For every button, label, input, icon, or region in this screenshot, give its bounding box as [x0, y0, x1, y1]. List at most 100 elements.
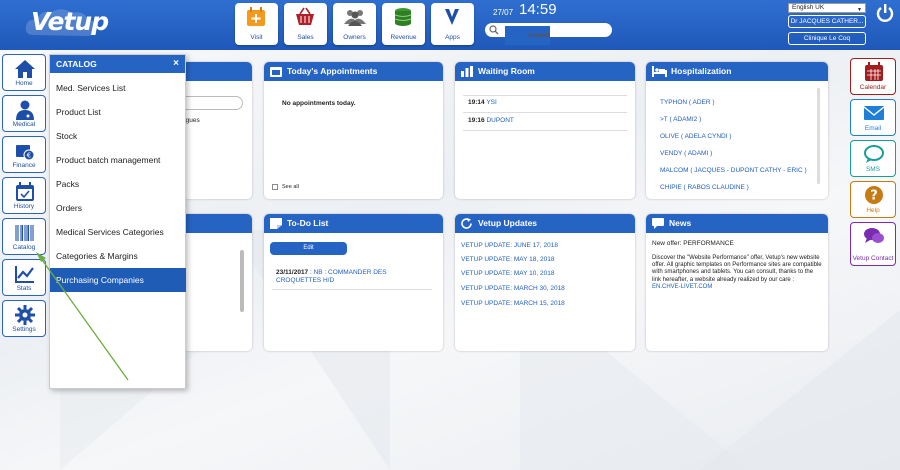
user-button[interactable]: Dr JACQUES CATHER... — [788, 15, 866, 28]
revenue-label: Revenue — [390, 34, 417, 41]
menu-item-product-list[interactable]: Product List — [50, 100, 186, 124]
sales-button[interactable]: Sales — [284, 3, 327, 45]
visit-label: Visit — [250, 34, 263, 41]
search-placeholder: Search — [505, 26, 550, 45]
vetup-contact-label: Vetup Contact — [852, 255, 894, 262]
hospitalization-title: Hospitalization — [671, 66, 732, 76]
apps-button[interactable]: Apps — [431, 3, 474, 45]
search-input[interactable]: Search — [485, 23, 612, 45]
sidebar-item-medical[interactable]: Medical — [2, 95, 46, 132]
menu-item-orders[interactable]: Orders — [50, 196, 186, 220]
news-link[interactable]: EN.CHVE-LIVET.COM — [652, 284, 712, 290]
menu-item-medical-services-categories[interactable]: Medical Services Categories — [50, 220, 186, 244]
language-select[interactable]: English UK ▼ — [788, 3, 866, 13]
sidebar-item-label: Settings — [12, 326, 36, 333]
clinic-button[interactable]: Clinique Le Coq — [788, 32, 866, 45]
menu-item-product-batch-management[interactable]: Product batch management — [50, 148, 186, 172]
sidebar-item-history[interactable]: History — [2, 177, 46, 214]
sms-button[interactable]: SMS — [850, 140, 896, 177]
chat-icon — [652, 218, 664, 229]
update-link[interactable]: VETUP UPDATE: MARCH 15, 2018 — [461, 300, 565, 307]
current-time: 14:59 — [519, 1, 557, 18]
email-icon — [863, 106, 885, 120]
scrollbar[interactable] — [240, 250, 244, 312]
list-item[interactable]: VENDY ( ADAMI ) — [660, 150, 712, 157]
waiting-room-title: Waiting Room — [478, 66, 535, 76]
logo[interactable]: Vetup — [31, 7, 109, 36]
sidebar-item-settings[interactable]: Settings — [2, 300, 46, 337]
hidden-search-field[interactable] — [182, 96, 243, 110]
list-item[interactable]: 19:14 YSI — [468, 99, 497, 106]
help-button[interactable]: ? Help — [850, 181, 896, 218]
list-item[interactable]: MALCOM ( JACQUES - DUPONT CATHY - ERIC ) — [660, 167, 807, 174]
revenue-button[interactable]: Revenue — [382, 3, 425, 45]
bar-chart-icon — [461, 66, 473, 77]
news-panel: News New offer: PERFORMANCE Discover the… — [646, 214, 828, 351]
visit-button[interactable]: Visit — [235, 3, 278, 45]
appointments-header: Today's Appointments — [264, 62, 443, 81]
barcode-icon — [15, 225, 34, 241]
updates-title: Vetup Updates — [478, 218, 538, 228]
owners-button[interactable]: Owners — [333, 3, 376, 45]
contact-icon — [864, 228, 884, 243]
sidebar-item-label: Catalog — [12, 244, 36, 251]
history-icon — [16, 182, 34, 201]
update-link[interactable]: VETUP UPDATE: JUNE 17, 2018 — [461, 242, 558, 249]
sidebar-item-finance[interactable]: € Finance — [2, 136, 46, 173]
email-button[interactable]: Email — [850, 99, 896, 136]
todo-title: To-Do List — [287, 218, 329, 228]
scrollbar[interactable] — [817, 88, 820, 184]
svg-text:?: ? — [870, 189, 878, 204]
see-all-label: See all — [282, 184, 299, 190]
sales-label: Sales — [297, 34, 314, 41]
people-icon — [344, 10, 366, 26]
sidebar-item-home[interactable]: Home — [2, 54, 46, 91]
edit-button[interactable]: Edit — [270, 242, 347, 255]
news-headline: New offer: PERFORMANCE — [652, 240, 734, 247]
hospitalization-header: Hospitalization — [646, 62, 828, 81]
update-link[interactable]: VETUP UPDATE: MARCH 30, 2018 — [461, 285, 565, 292]
sidebar-item-label: Home — [15, 80, 33, 87]
menu-item-categories-margins[interactable]: Categories & Margins — [50, 244, 186, 268]
updates-header: Vetup Updates — [455, 214, 635, 233]
news-header: News — [646, 214, 828, 233]
hospitalization-panel: Hospitalization TYPHON ( ADER ) >T ( ADA… — [646, 62, 828, 199]
update-link[interactable]: VETUP UPDATE: MAY 18, 2018 — [461, 256, 554, 263]
svg-text:€: € — [27, 152, 31, 160]
list-item[interactable]: TYPHON ( ADER ) — [660, 99, 715, 106]
sidebar-item-stats[interactable]: Stats — [2, 259, 46, 296]
calendar-label: Calendar — [859, 84, 887, 91]
calendar-icon — [865, 62, 883, 81]
email-label: Email — [864, 125, 882, 132]
close-icon[interactable]: × — [173, 55, 179, 73]
help-icon: ? — [865, 186, 883, 204]
sidebar-item-label: History — [13, 203, 35, 210]
sms-icon — [864, 145, 884, 163]
list-item[interactable]: >T ( ADAMI2 ) — [660, 116, 701, 123]
sidebar-item-label: Medical — [12, 121, 36, 128]
see-all-checkbox[interactable] — [272, 184, 278, 190]
chevron-down-icon: ▼ — [857, 7, 862, 13]
update-link[interactable]: VETUP UPDATE: MAY 10, 2018 — [461, 270, 554, 277]
panel-header — [182, 214, 252, 233]
list-item[interactable]: OLIVE ( ADELA CYNDI ) — [660, 133, 732, 140]
calendar-button[interactable]: Calendar — [850, 58, 896, 95]
finance-icon: € — [16, 145, 35, 161]
list-item[interactable]: 19:16 DUPONT — [468, 117, 514, 124]
list-item[interactable]: CHIPIE ( RABOS CLAUDINE ) — [660, 184, 749, 191]
coins-icon — [394, 8, 412, 26]
help-label: Help — [866, 207, 880, 214]
search-icon — [489, 25, 499, 35]
refresh-icon — [461, 218, 472, 229]
todo-date: 23/11/2017 — [276, 269, 309, 276]
todo-item[interactable]: 23/11/2017 : NB : COMMANDER DES CROQUETT… — [276, 269, 426, 284]
menu-item-stock[interactable]: Stock — [50, 124, 186, 148]
hidden-panel-2 — [182, 214, 252, 351]
power-icon[interactable] — [875, 3, 895, 23]
menu-item-purchasing-companies[interactable]: Purchasing Companies — [50, 268, 186, 292]
menu-item-packs[interactable]: Packs — [50, 172, 186, 196]
menu-item-med-services-list[interactable]: Med. Services List — [50, 76, 186, 100]
sidebar-item-catalog[interactable]: Catalog — [2, 218, 46, 255]
owners-label: Owners — [343, 34, 366, 41]
vetup-contact-button[interactable]: Vetup Contact — [850, 222, 896, 266]
